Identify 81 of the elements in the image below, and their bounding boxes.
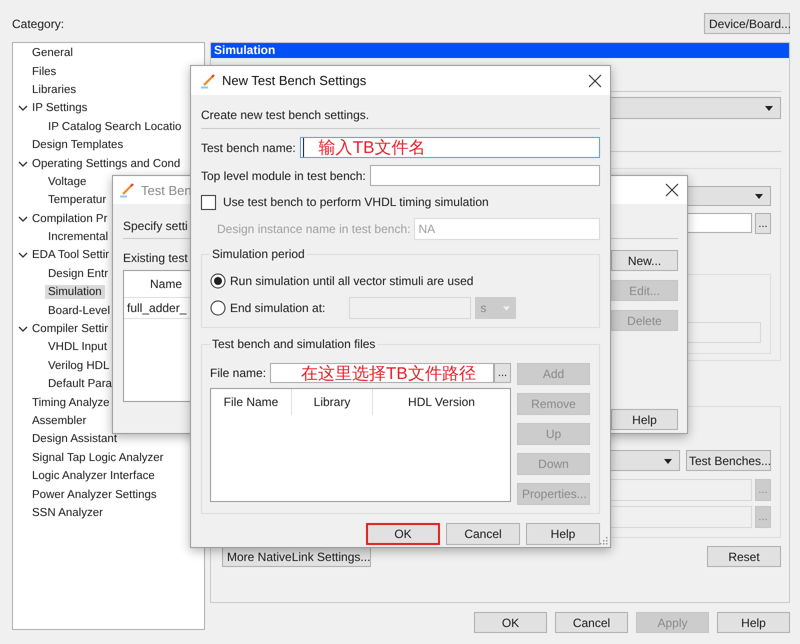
column-header: Name <box>148 276 183 292</box>
test-benches-button[interactable]: Test Benches... <box>686 450 771 471</box>
dialog-button[interactable]: Help <box>526 523 600 545</box>
panel-title: Simulation <box>211 43 789 58</box>
checkbox[interactable] <box>201 194 216 210</box>
tree-item[interactable]: Timing Analyze <box>29 396 113 410</box>
tree-item[interactable]: Default Para <box>45 377 115 392</box>
chevron-icon[interactable] <box>18 103 28 114</box>
field-label: Design instance name in test bench: <box>217 222 410 236</box>
tree-item[interactable]: Libraries <box>29 82 80 97</box>
window-title: New Test Bench Settings <box>222 73 366 88</box>
input-field[interactable]: 在这里选择TB文件路径 <box>270 363 494 383</box>
unit-value: s <box>480 301 486 315</box>
instruction-text: Specify setti <box>123 219 188 233</box>
dropdown-arrow-icon[interactable] <box>664 458 672 464</box>
tree-item[interactable]: Design Assistant <box>29 432 120 446</box>
list-label: Existing test <box>123 251 188 265</box>
browse-button[interactable]: ... <box>494 363 511 383</box>
column-header: HDL Version <box>407 394 476 411</box>
dialog-button[interactable]: New... <box>611 250 678 271</box>
pencil-icon <box>200 72 216 88</box>
category-label: Category: <box>12 16 64 30</box>
dialog-button[interactable]: OK <box>474 612 547 633</box>
checkbox-label: Use test bench to perform VHDL timing simulation <box>223 195 489 209</box>
close-icon[interactable] <box>588 74 602 88</box>
table-cell[interactable]: full_adder_ <box>127 300 186 316</box>
radio-label: End simulation at: <box>230 301 326 315</box>
group-title: Simulation period <box>211 246 306 262</box>
tree-item[interactable]: Assembler <box>29 414 90 428</box>
tree-item[interactable]: General <box>29 46 76 60</box>
chevron-icon[interactable] <box>18 324 28 334</box>
tree-item[interactable]: EDA Tool Settir <box>29 248 112 262</box>
input-field[interactable] <box>370 165 600 186</box>
tree-item[interactable]: Signal Tap Logic Analyzer <box>29 450 166 465</box>
tree-item[interactable]: IP Settings <box>29 101 90 116</box>
tree-item[interactable]: Compiler Settir <box>29 322 112 336</box>
tree-item[interactable]: Logic Analyzer Interface <box>29 469 158 484</box>
tree-item[interactable]: Temperatur <box>45 193 110 208</box>
pencil-icon <box>119 182 135 198</box>
radio-button[interactable] <box>210 300 226 316</box>
dropdown-arrow-icon <box>503 306 510 310</box>
column-header: File Name <box>211 389 292 415</box>
instruction-text: Create new test bench settings. <box>201 107 370 123</box>
radio-button[interactable] <box>210 273 226 289</box>
chevron-icon[interactable] <box>18 214 28 224</box>
tree-item[interactable]: Design Entr <box>45 266 112 281</box>
tree-item[interactable]: SSN Analyzer <box>29 506 106 520</box>
chevron-icon[interactable] <box>18 158 28 169</box>
group-title: Test bench and simulation files <box>211 336 376 352</box>
resize-grip-icon[interactable] <box>600 537 608 545</box>
tree-item[interactable]: Compilation Pr <box>29 212 110 226</box>
radio-label: Run simulation until all vector stimuli are used <box>230 274 474 288</box>
dialog-button[interactable]: Cancel <box>446 523 520 545</box>
more-settings-button[interactable]: More NativeLink Settings... <box>222 546 371 567</box>
dialog-button[interactable]: OK <box>366 523 440 545</box>
close-icon[interactable] <box>665 183 679 197</box>
tree-item[interactable]: Design Templates <box>29 138 126 152</box>
tree-item[interactable]: Operating Settings and Cond <box>29 156 184 171</box>
field-label: Test bench name: <box>201 140 296 154</box>
browse-button[interactable]: ... <box>755 213 771 234</box>
dropdown-arrow-icon[interactable] <box>765 106 773 111</box>
tree-item[interactable]: Board-Level <box>45 304 114 318</box>
device-board-button[interactable]: Device/Board... <box>704 13 790 34</box>
dialog-button[interactable]: Help <box>717 612 790 633</box>
input-field[interactable]: 输入TB文件名 <box>300 137 600 158</box>
reset-button[interactable]: Reset <box>707 546 781 567</box>
tree-item[interactable]: Verilog HDL <box>45 358 112 373</box>
field-label: File name: <box>210 366 266 380</box>
tree-item[interactable]: Simulation <box>45 285 105 300</box>
dialog-button[interactable]: Help <box>611 409 678 430</box>
tree-item[interactable]: Power Analyzer Settings <box>29 488 160 502</box>
dialog-button[interactable]: Cancel <box>555 612 628 633</box>
column-header: Library <box>292 389 373 415</box>
tree-item[interactable]: Voltage <box>45 174 90 189</box>
dropdown-arrow-icon[interactable] <box>755 194 763 199</box>
tree-item[interactable]: Incremental <box>45 230 112 244</box>
tree-item[interactable]: IP Catalog Search Locatio <box>45 120 184 134</box>
tree-item[interactable]: Files <box>29 64 60 79</box>
tree-item[interactable]: VHDL Input <box>45 340 110 354</box>
field-label: Top level module in test bench: <box>201 168 366 182</box>
chevron-icon[interactable] <box>18 250 28 260</box>
